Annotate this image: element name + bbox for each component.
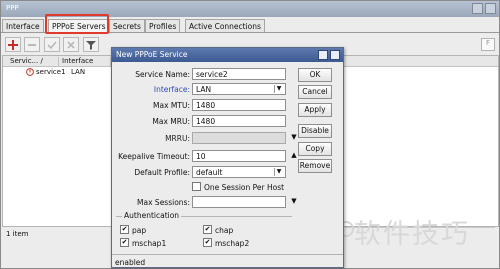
- mschap1-label: mschap1: [132, 239, 167, 248]
- authentication-title: Authentication: [122, 211, 182, 220]
- mschap2-checkbox[interactable]: ✔: [203, 238, 212, 247]
- check-icon: [47, 40, 57, 49]
- item-count: 1 item: [6, 230, 29, 238]
- tab-pppoe-servers[interactable]: PPPoE Servers: [48, 19, 110, 32]
- tab-interface[interactable]: Interface: [2, 19, 44, 32]
- max-mtu-label: Max MTU:: [153, 101, 190, 110]
- close-button[interactable]: [485, 3, 496, 14]
- default-profile-label: Default Profile:: [134, 168, 190, 177]
- tab-active-connections[interactable]: Active Connections: [185, 19, 265, 32]
- cross-icon: [67, 40, 75, 49]
- copy-button[interactable]: Copy: [298, 142, 332, 156]
- filter-button[interactable]: [83, 37, 99, 52]
- remove-button[interactable]: [24, 37, 40, 52]
- service-name-label: Service Name:: [135, 70, 190, 79]
- max-sessions-arrow-icon[interactable]: ▼: [289, 197, 299, 207]
- apply-button[interactable]: Apply: [298, 103, 332, 117]
- chap-checkbox[interactable]: ✔: [203, 225, 212, 234]
- default-profile-select[interactable]: default ▼: [192, 166, 286, 178]
- plus-icon: [8, 39, 18, 50]
- watermark-text: 软件技巧: [354, 219, 470, 250]
- one-session-checkbox[interactable]: [192, 182, 201, 191]
- mschap2-label: mschap2: [215, 239, 250, 248]
- disable-button[interactable]: Disable: [298, 124, 332, 138]
- one-session-label: One Session Per Host: [204, 183, 285, 192]
- find-input[interactable]: F: [481, 38, 495, 51]
- column-interface[interactable]: Interface: [59, 57, 111, 66]
- add-button[interactable]: [5, 37, 21, 52]
- keepalive-timeout-label: Keepalive Timeout:: [118, 152, 190, 161]
- max-mru-label: Max MRU:: [152, 117, 190, 126]
- tab-profiles[interactable]: Profiles: [145, 19, 181, 32]
- cell-service: service1: [36, 68, 66, 76]
- max-sessions-input[interactable]: [192, 196, 286, 208]
- max-mtu-input[interactable]: 1480: [192, 99, 286, 111]
- cell-interface: LAN: [71, 68, 86, 76]
- mrru-input[interactable]: [192, 132, 286, 144]
- chevron-down-icon[interactable]: ▼: [274, 85, 283, 93]
- dialog-titlebar[interactable]: New PPPoE Service: [112, 48, 343, 62]
- chevron-down-icon[interactable]: ▼: [274, 168, 283, 176]
- ok-button[interactable]: OK: [298, 68, 332, 82]
- tab-secrets[interactable]: Secrets: [109, 19, 145, 32]
- mrru-label: MRRU:: [165, 134, 190, 143]
- service-status-icon: [26, 68, 34, 76]
- remove-button[interactable]: Remove: [298, 159, 332, 173]
- interface-label[interactable]: Interface:: [114, 85, 190, 94]
- tab-bar: Interface PPPoE Servers Secrets Profiles…: [1, 18, 499, 33]
- disable-button[interactable]: [63, 37, 79, 52]
- window-titlebar[interactable]: PPP: [1, 1, 499, 17]
- service-name-input[interactable]: service2: [192, 68, 286, 80]
- maximize-icon[interactable]: [318, 50, 328, 60]
- cancel-button[interactable]: Cancel: [298, 85, 332, 99]
- interface-value: LAN: [196, 85, 212, 94]
- pap-label: pap: [132, 226, 147, 235]
- window-title: PPP: [6, 4, 19, 12]
- close-icon[interactable]: [330, 50, 340, 60]
- new-pppoe-service-dialog: New PPPoE Service Service Name: service2…: [111, 47, 344, 268]
- default-profile-value: default: [196, 168, 223, 177]
- keepalive-timeout-input[interactable]: 10: [192, 150, 286, 162]
- chap-label: chap: [215, 226, 234, 235]
- mschap1-checkbox[interactable]: ✔: [120, 238, 129, 247]
- interface-select[interactable]: LAN ▼: [192, 83, 286, 95]
- filter-icon: [86, 40, 96, 50]
- max-mru-input[interactable]: 1480: [192, 115, 286, 127]
- pap-checkbox[interactable]: ✔: [120, 225, 129, 234]
- dialog-status: enabled: [112, 254, 343, 268]
- column-service[interactable]: Servic... /: [7, 57, 59, 66]
- enable-button[interactable]: [44, 37, 60, 52]
- minimize-button[interactable]: [472, 3, 483, 14]
- minus-icon: [28, 43, 36, 46]
- max-sessions-label: Max Sessions:: [137, 198, 190, 207]
- dialog-title: New PPPoE Service: [116, 50, 188, 59]
